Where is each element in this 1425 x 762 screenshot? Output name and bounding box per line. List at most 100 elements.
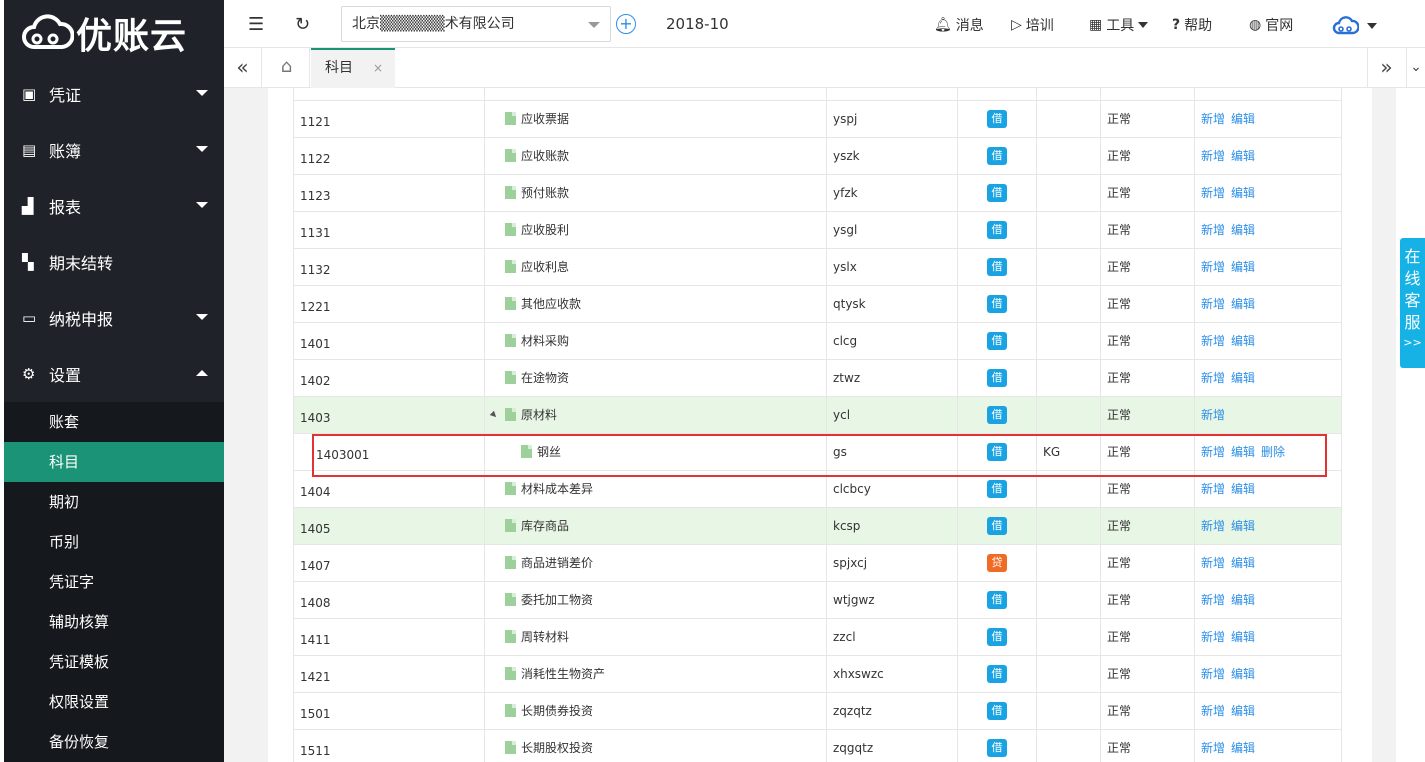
table-row[interactable]: 1411 周转材料 zzcl 借 正常 新增 编辑 <box>293 617 1342 656</box>
voucher-icon: ▣ <box>22 85 37 103</box>
refresh-icon[interactable]: ↻ <box>295 14 310 35</box>
edit-link[interactable]: 编辑 <box>1231 186 1255 200</box>
close-icon[interactable]: × <box>373 50 383 86</box>
add-link[interactable]: 新增 <box>1201 556 1225 570</box>
table-row[interactable]: 1501 长期债券投资 zqzqtz 借 正常 新增 编辑 <box>293 691 1342 730</box>
submenu-item[interactable]: 账套 <box>4 402 224 442</box>
add-link[interactable]: 新增 <box>1201 149 1225 163</box>
direction-badge: 借 <box>987 294 1007 313</box>
table-row[interactable]: 1122 应收账款 yszk 借 正常 新增 编辑 <box>293 136 1342 175</box>
add-link[interactable]: 新增 <box>1201 334 1225 348</box>
add-link[interactable]: 新增 <box>1201 408 1225 422</box>
table-row[interactable]: 1121 应收票据 yspj 借 正常 新增 编辑 <box>293 99 1342 138</box>
add-link[interactable]: 新增 <box>1201 519 1225 533</box>
edit-link[interactable]: 编辑 <box>1231 445 1255 459</box>
edit-link[interactable]: 编辑 <box>1231 297 1255 311</box>
brand-logo[interactable]: 优账云 <box>4 0 224 66</box>
add-company-icon[interactable]: + <box>616 14 636 34</box>
add-link[interactable]: 新增 <box>1201 297 1225 311</box>
help-link[interactable]: ? 帮助 <box>1172 15 1212 35</box>
subject-name: 其他应收款 <box>521 297 582 311</box>
submenu-item[interactable]: 期初 <box>4 482 224 522</box>
submenu-item[interactable]: 凭证模板 <box>4 642 224 682</box>
table-row[interactable]: 1402 在途物资 ztwz 借 正常 新增 编辑 <box>293 358 1342 397</box>
company-select[interactable]: 北京▒▒▒▒▒▒术有限公司 <box>341 6 611 42</box>
edit-link[interactable]: 编辑 <box>1231 593 1255 607</box>
service-char: 客 <box>1404 291 1421 310</box>
sidebar-item-0[interactable]: ▣ 凭证 <box>4 66 224 122</box>
edit-link[interactable]: 编辑 <box>1231 482 1255 496</box>
document-icon <box>505 667 516 680</box>
table-row[interactable]: 1421 消耗性生物资产 xhxswzc 借 正常 新增 编辑 <box>293 654 1342 693</box>
sidebar-item-4[interactable]: ▭ 纳税申报 <box>4 290 224 346</box>
sidebar-item-1[interactable]: ▤ 账簿 <box>4 122 224 178</box>
table-row[interactable]: 1408 委托加工物资 wtjgwz 借 正常 新增 编辑 <box>293 580 1342 619</box>
unit-cell: KG <box>1036 432 1101 471</box>
add-link[interactable]: 新增 <box>1201 371 1225 385</box>
table-row[interactable]: 1511 长期股权投资 zqgqtz 借 正常 新增 编辑 <box>293 728 1342 762</box>
add-link[interactable]: 新增 <box>1201 112 1225 126</box>
edit-link[interactable]: 编辑 <box>1231 260 1255 274</box>
edit-link[interactable]: 编辑 <box>1231 149 1255 163</box>
table-row[interactable]: 1403 原材料 ycl 借 正常 新增 <box>293 395 1342 434</box>
table-row[interactable]: 1131 应收股利 ysgl 借 正常 新增 编辑 <box>293 210 1342 249</box>
add-link[interactable]: 新增 <box>1201 482 1225 496</box>
submenu-item[interactable]: 辅助核算 <box>4 602 224 642</box>
table-row[interactable]: 1407 商品进销差价 spjxcj 贷 正常 新增 编辑 <box>293 543 1342 582</box>
official-site-link[interactable]: ◍ 官网 <box>1249 15 1293 35</box>
add-link[interactable]: 新增 <box>1201 741 1225 755</box>
table-row[interactable]: 1403001 钢丝 gs 借 KG 正常 新增 编辑 删除 <box>293 432 1342 471</box>
add-link[interactable]: 新增 <box>1201 445 1225 459</box>
actions-cell: 新增 编辑 <box>1194 543 1342 582</box>
submenu-item[interactable]: 币别 <box>4 522 224 562</box>
user-menu[interactable] <box>1331 15 1377 37</box>
submenu-item[interactable]: 科目 <box>4 442 224 482</box>
add-link[interactable]: 新增 <box>1201 593 1225 607</box>
add-link[interactable]: 新增 <box>1201 186 1225 200</box>
tab-scroll-right-icon[interactable]: » <box>1367 48 1405 88</box>
edit-link[interactable]: 编辑 <box>1231 519 1255 533</box>
edit-link[interactable]: 编辑 <box>1231 112 1255 126</box>
add-link[interactable]: 新增 <box>1201 704 1225 718</box>
edit-link[interactable]: 编辑 <box>1231 704 1255 718</box>
edit-link[interactable]: 编辑 <box>1231 630 1255 644</box>
mnemonic-code: clcg <box>826 321 958 360</box>
edit-link[interactable]: 编辑 <box>1231 667 1255 681</box>
tab-menu-chevron-icon[interactable]: ⌄ <box>1406 48 1425 88</box>
tree-expand-icon[interactable] <box>489 410 499 420</box>
menu-collapse-icon[interactable]: ☰ <box>248 14 264 35</box>
edit-link[interactable]: 编辑 <box>1231 371 1255 385</box>
tools-menu[interactable]: ▦ 工具 <box>1089 15 1149 35</box>
add-link[interactable]: 新增 <box>1201 223 1225 237</box>
sidebar-item-5[interactable]: ⚙ 设置 <box>4 346 224 402</box>
edit-link[interactable]: 编辑 <box>1231 741 1255 755</box>
sidebar-item-label: 凭证 <box>49 86 82 105</box>
table-row[interactable]: 1221 其他应收款 qtysk 借 正常 新增 编辑 <box>293 284 1342 323</box>
add-link[interactable]: 新增 <box>1201 667 1225 681</box>
table-row[interactable]: 1123 预付账款 yfzk 借 正常 新增 编辑 <box>293 173 1342 212</box>
submenu-item[interactable]: 备份恢复 <box>4 722 224 762</box>
edit-link[interactable]: 编辑 <box>1231 223 1255 237</box>
add-link[interactable]: 新增 <box>1201 630 1225 644</box>
sidebar-item-3[interactable]: ▚ 期末结转 <box>4 234 224 290</box>
table-row[interactable]: 1132 应收利息 yslx 借 正常 新增 编辑 <box>293 247 1342 286</box>
submenu-item[interactable]: 凭证字 <box>4 562 224 602</box>
period-label[interactable]: 2018-10 <box>666 15 729 33</box>
submenu-item[interactable]: 权限设置 <box>4 682 224 722</box>
edit-link[interactable]: 编辑 <box>1231 334 1255 348</box>
table-row[interactable]: 1405 库存商品 kcsp 借 正常 新增 编辑 <box>293 506 1342 545</box>
training-link[interactable]: ▷ 培训 <box>1011 15 1054 35</box>
messages-link[interactable]: 🔔︎ 消息 <box>934 15 984 35</box>
home-tab-icon[interactable]: ⌂ <box>264 48 310 88</box>
tab-scroll-left-icon[interactable]: « <box>224 48 262 88</box>
add-link[interactable]: 新增 <box>1201 260 1225 274</box>
edit-link[interactable]: 编辑 <box>1231 556 1255 570</box>
direction-badge: 借 <box>987 738 1007 757</box>
table-row[interactable]: 1404 材料成本差异 clcbcy 借 正常 新增 编辑 <box>293 469 1342 508</box>
table-row[interactable]: 1401 材料采购 clcg 借 正常 新增 编辑 <box>293 321 1342 360</box>
online-service-button[interactable]: 在线客服 >> <box>1400 238 1425 368</box>
tab-subjects[interactable]: 科目 × <box>311 48 395 88</box>
sidebar-item-2[interactable]: ▟ 报表 <box>4 178 224 234</box>
direction-cell: 借 <box>957 654 1037 693</box>
delete-link[interactable]: 删除 <box>1261 445 1285 459</box>
